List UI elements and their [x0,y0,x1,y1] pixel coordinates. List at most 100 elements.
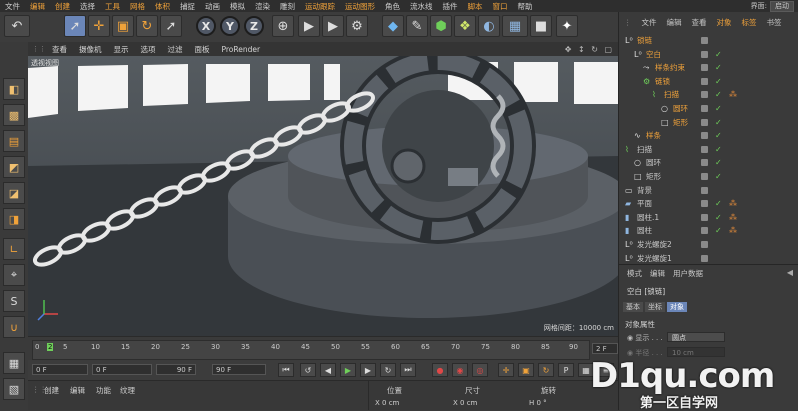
menu-file[interactable]: 文件 [0,1,25,12]
enabled-check-icon[interactable]: ✓ [715,75,722,88]
object-name[interactable]: 样条 [646,129,661,142]
visibility-toggle[interactable] [701,145,708,153]
object-name[interactable]: 样条约束 [655,61,685,74]
object-tree-row[interactable]: ⌇ 扫描 ✓ ⁂ [619,88,798,101]
enabled-check-icon[interactable]: ✓ [715,224,722,237]
tweak-mode-icon[interactable]: ⌖ [3,264,25,286]
preview-start-field[interactable]: 0 F [32,364,88,375]
position-x-field[interactable]: X 0 cm [375,399,399,407]
workplane-icon[interactable]: ▤ [3,130,25,152]
z-axis-lock-button[interactable]: Z [244,16,264,36]
enabled-check-icon[interactable]: ✓ [715,88,722,101]
object-name[interactable]: 圆柱.1 [637,211,659,224]
menu-snap[interactable]: 捕捉 [175,1,200,12]
play-icon[interactable]: ▶ [340,363,356,377]
object-name[interactable]: 矩形 [646,170,661,183]
object-name[interactable]: 锁链 [637,34,652,47]
object-name[interactable]: 发光螺旋2 [637,238,672,251]
object-name[interactable]: 背景 [637,184,652,197]
menu-help[interactable]: 帮助 [513,1,538,12]
y-axis-lock-button[interactable]: Y [220,16,240,36]
object-tree-row[interactable]: ▰ 平面 ✓ ⁂ [619,197,798,210]
key-parameter-icon[interactable]: P [558,363,574,377]
floor-icon[interactable]: ▦ [502,15,528,37]
visibility-toggle[interactable] [701,118,708,126]
object-tree-row[interactable]: ▮ 圆柱.1 ✓ ⁂ [619,211,798,224]
object-tree-row[interactable]: ▭ 背景 [619,184,798,197]
visibility-toggle[interactable] [701,50,708,58]
am-menu-userdata[interactable]: 用户数据 [673,268,703,279]
viewport-menu-prorender[interactable]: ProRender [216,45,267,54]
live-select-icon[interactable]: ➚ [64,15,86,37]
deformer-icon[interactable]: ◐ [478,15,500,37]
subdivision-icon[interactable]: ⬢ [430,15,452,37]
rotation-h-field[interactable]: H 0 ° [529,399,547,407]
menu-mograph[interactable]: 运动图形 [340,1,380,12]
viewport-menu-panel[interactable]: 面板 [189,44,216,55]
current-frame-field[interactable]: 2 F [592,343,618,354]
key-scale-icon[interactable]: ▣ [518,363,534,377]
object-name[interactable]: 平面 [637,197,652,210]
visibility-toggle[interactable] [701,254,708,262]
points-mode-icon[interactable]: ◩ [3,156,25,178]
menu-script[interactable]: 脚本 [463,1,488,12]
am-tab-object[interactable]: 对象 [667,302,687,312]
visibility-toggle[interactable] [701,77,708,85]
visibility-toggle[interactable] [701,227,708,235]
visibility-toggle[interactable] [701,241,708,248]
menu-motion-tracker[interactable]: 运动跟踪 [300,1,340,12]
render-view-icon[interactable]: ▶ [298,15,320,37]
object-name[interactable]: 链锁 [655,75,670,88]
snap-icon[interactable]: S [3,290,25,312]
material-tag-icon[interactable]: ⁂ [729,88,737,101]
visibility-toggle[interactable] [701,132,708,140]
om-menu-edit[interactable]: 编辑 [662,17,687,28]
viewport-menu-cameras[interactable]: 摄像机 [73,44,108,55]
object-tree-row[interactable]: ⚙ 链锁 ✓ [619,75,798,88]
viewport-menu-view[interactable]: 查看 [46,44,73,55]
go-to-end-icon[interactable]: ⏭ [400,363,416,377]
back-arrow-icon[interactable]: ◀ [787,268,793,277]
rotate-icon[interactable]: ↻ [136,15,158,37]
am-tab-basic[interactable]: 基本 [623,302,643,312]
object-name[interactable]: 圆柱 [637,224,652,237]
om-menu-bookmarks[interactable]: 书签 [762,17,787,28]
object-tree-row[interactable]: L⁰ 发光螺旋2 [619,238,798,251]
enabled-check-icon[interactable]: ✓ [715,102,722,115]
menu-character[interactable]: 角色 [380,1,405,12]
object-tree-row[interactable]: ▮ 圆柱 ✓ ⁂ [619,224,798,237]
menu-render[interactable]: 渲染 [250,1,275,12]
am-menu-mode[interactable]: 模式 [627,268,642,279]
viewport-menu-filter[interactable]: 过滤 [162,44,189,55]
preview-max-field[interactable]: 90 F [156,364,196,375]
material-tag-icon[interactable]: ⁂ [729,211,737,224]
key-position-icon[interactable]: ✛ [498,363,514,377]
material-menu-texture[interactable]: 纹理 [120,385,135,396]
enabled-check-icon[interactable]: ✓ [715,61,722,74]
object-tree-row[interactable]: L⁰ 发光螺旋1 [619,252,798,265]
enabled-check-icon[interactable]: ✓ [715,211,722,224]
size-x-field[interactable]: X 0 cm [453,399,477,407]
om-menu-objects[interactable]: 对象 [712,17,737,28]
object-name[interactable]: 圆环 [646,156,661,169]
object-tree-row[interactable]: L⁰ 锁链 [619,34,798,47]
visibility-toggle[interactable] [701,91,708,99]
visibility-toggle[interactable] [701,173,708,180]
visibility-toggle[interactable] [701,213,708,221]
x-axis-lock-button[interactable]: X [196,16,216,36]
material-menu-edit[interactable]: 编辑 [70,385,85,396]
menu-animate[interactable]: 动画 [200,1,225,12]
render-picture-queue-icon[interactable]: ▶ [322,15,344,37]
cube-icon[interactable]: ◆ [382,15,404,37]
go-to-start-icon[interactable]: ⏮ [278,363,294,377]
object-tree-row[interactable]: ∿ 样条 ✓ [619,129,798,142]
scale-icon[interactable]: ▣ [112,15,134,37]
object-name[interactable]: 空白 [646,48,661,61]
menu-window[interactable]: 窗口 [488,1,513,12]
polygons-mode-icon[interactable]: ◨ [3,208,25,230]
checker-icon[interactable]: ▦ [3,352,25,374]
enabled-check-icon[interactable]: ✓ [715,197,722,210]
visibility-toggle[interactable] [701,159,708,167]
menu-mesh[interactable]: 网格 [125,1,150,12]
visibility-toggle[interactable] [701,37,708,44]
